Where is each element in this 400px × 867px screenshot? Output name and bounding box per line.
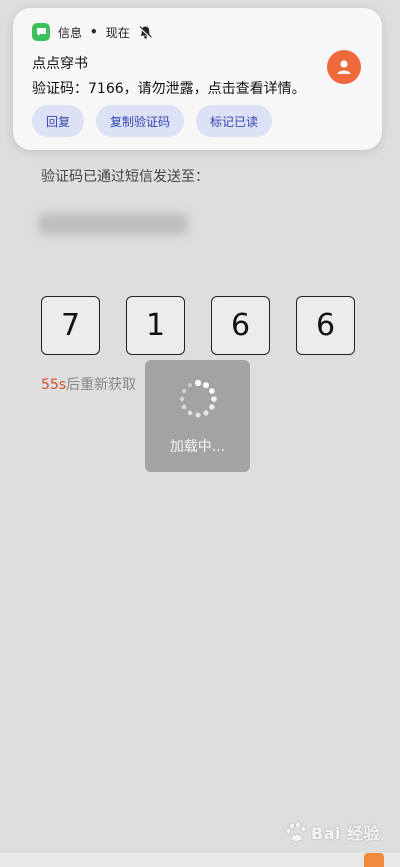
verification-code-input[interactable]: 7 1 6 6 [41, 296, 355, 355]
corner-badge-icon [364, 853, 384, 867]
loading-text: 加载中... [169, 439, 226, 455]
app-name: 信息 [58, 25, 83, 40]
resend-text: 后重新获取 [66, 377, 137, 393]
code-sent-label: 验证码已通过短信发送至： [41, 169, 209, 185]
sender-name: 点点穿书 [32, 56, 88, 72]
countdown-seconds: 55s [41, 377, 67, 393]
header-separator: • [90, 25, 98, 39]
notification-message: 验证码：7166，请勿泄露，点击查看详情。 [32, 81, 306, 97]
reply-button[interactable]: 回复 [32, 105, 85, 137]
bottom-bar [0, 853, 400, 867]
messages-app-icon [32, 23, 50, 41]
spinner-icon [179, 379, 217, 418]
code-digit-2[interactable]: 1 [126, 296, 185, 355]
watermark-text: Bai 经验 [311, 824, 381, 843]
code-digit-3[interactable]: 6 [211, 296, 270, 355]
copy-code-button[interactable]: 复制验证码 [96, 105, 185, 137]
mark-read-button[interactable]: 标记已读 [196, 105, 273, 137]
baidu-watermark: Bai 经验 [285, 820, 380, 844]
sms-notification[interactable]: 信息 • 现在 点点穿书 验证码：7166，请勿泄露，点击查看详情。 回复 复制 [13, 8, 382, 150]
loading-toast: 加载中... [145, 360, 250, 472]
paw-logo-icon [285, 821, 306, 842]
bell-muted-icon [138, 25, 153, 40]
masked-phone-number [38, 213, 188, 235]
screen: 信息 • 现在 点点穿书 验证码：7166，请勿泄露，点击查看详情。 回复 复制 [0, 0, 400, 867]
code-digit-4[interactable]: 6 [296, 296, 355, 355]
notification-time: 现在 [105, 25, 130, 40]
notification-header: 信息 • 现在 [32, 23, 153, 41]
resend-countdown: 55s后重新获取 [41, 374, 136, 394]
notification-actions: 回复 复制验证码 标记已读 [32, 105, 273, 137]
contact-avatar-icon [327, 50, 361, 84]
code-digit-1[interactable]: 7 [41, 296, 100, 355]
